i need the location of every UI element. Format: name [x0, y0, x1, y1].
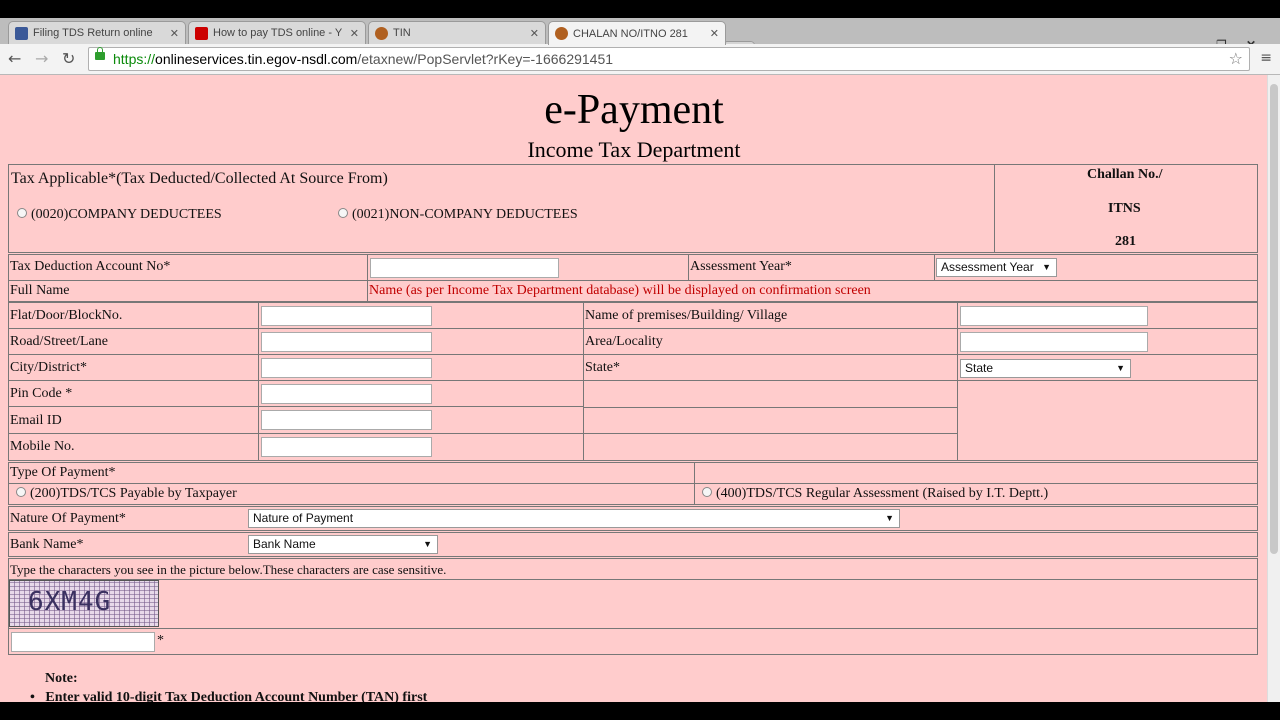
- assessment-year-value: Assessment Year: [941, 260, 1034, 274]
- note-heading: Note:: [45, 671, 78, 686]
- tan-input[interactable]: [370, 258, 559, 278]
- close-icon[interactable]: ✕: [530, 27, 539, 40]
- captcha-input[interactable]: [11, 632, 155, 652]
- radio-400[interactable]: [702, 487, 712, 497]
- tab-title: CHALAN NO/ITNO 281: [573, 27, 688, 40]
- bank-row: [8, 532, 1258, 557]
- back-arrow-icon[interactable]: ←: [8, 49, 21, 68]
- challan-label: Challan No./: [1087, 167, 1163, 182]
- bank-value: Bank Name: [253, 537, 316, 551]
- option-0021-label: (0021)NON-COMPANY DEDUCTEES: [352, 207, 578, 222]
- state-select[interactable]: State ▼: [960, 359, 1131, 378]
- tin-logo-icon: [555, 27, 568, 40]
- email-input[interactable]: [261, 410, 432, 430]
- premises-label: Name of premises/Building/ Village: [585, 308, 788, 323]
- empty-cell: [694, 462, 1258, 484]
- menu-icon[interactable]: ≡: [1260, 50, 1272, 66]
- dropdown-arrow-icon: ▼: [885, 513, 894, 523]
- option-0020-label: (0020)COMPANY DEDUCTEES: [31, 207, 222, 222]
- flat-input[interactable]: [261, 306, 432, 326]
- radio-0021[interactable]: [338, 208, 348, 218]
- email-label: Email ID: [10, 413, 62, 428]
- state-value: State: [965, 361, 994, 375]
- mobile-input[interactable]: [261, 437, 432, 457]
- screen-top-bar: [0, 0, 1280, 18]
- payment-200-label: (200)TDS/TCS Payable by Taxpayer: [30, 486, 237, 501]
- tab-challan[interactable]: CHALAN NO/ITNO 281 ✕: [548, 21, 726, 45]
- itns-number: 281: [1115, 234, 1136, 249]
- captcha-input-row: [8, 628, 1258, 655]
- tab-youtube[interactable]: How to pay TDS online - Y ✕: [188, 21, 366, 44]
- assessment-year-label: Assessment Year*: [690, 259, 792, 274]
- empty-cell: [957, 380, 1258, 461]
- state-label-cell: [583, 354, 958, 381]
- flat-label: Flat/Door/BlockNo.: [10, 308, 123, 323]
- area-input[interactable]: [960, 332, 1148, 352]
- nature-value: Nature of Payment: [253, 511, 354, 525]
- url-scheme: https://: [113, 51, 156, 67]
- url-host: onlineservices.tin.egov-nsdl.com: [155, 51, 358, 67]
- captcha-image-row: [8, 579, 1258, 629]
- reload-icon[interactable]: ↻: [62, 49, 75, 68]
- nature-select[interactable]: Nature of Payment ▼: [248, 509, 900, 528]
- radio-200[interactable]: [16, 487, 26, 497]
- tab-title: TIN: [393, 27, 411, 39]
- state-label: State*: [585, 360, 620, 375]
- dropdown-arrow-icon: ▼: [423, 539, 432, 549]
- facebook-icon: [15, 26, 28, 40]
- tab-filing-tds[interactable]: Filing TDS Return online ✕: [8, 21, 186, 44]
- lock-icon: [95, 47, 105, 60]
- screen-bottom-bar: [0, 702, 1280, 720]
- address-bar[interactable]: https://onlineservices.tin.egov-nsdl.com…: [88, 47, 1250, 71]
- tab-strip: Filing TDS Return online ✕ How to pay TD…: [0, 18, 1280, 59]
- pin-input[interactable]: [261, 384, 432, 404]
- bookmark-star-icon[interactable]: ☆: [1229, 48, 1243, 70]
- dropdown-arrow-icon: ▼: [1042, 262, 1051, 272]
- tab-title: Filing TDS Return online: [33, 27, 153, 39]
- full-name-label: Full Name: [10, 283, 70, 298]
- captcha-instruction: Type the characters you see in the pictu…: [10, 562, 447, 577]
- close-icon[interactable]: ✕: [710, 27, 719, 40]
- nature-label: Nature Of Payment*: [10, 511, 126, 526]
- bank-label: Bank Name*: [10, 537, 84, 552]
- city-input[interactable]: [261, 358, 432, 378]
- tab-tin[interactable]: TIN ✕: [368, 21, 546, 44]
- radio-0020[interactable]: [17, 208, 27, 218]
- payment-type-label: Type Of Payment*: [10, 465, 116, 480]
- area-label: Area/Locality: [585, 334, 663, 349]
- road-label: Road/Street/Lane: [10, 334, 108, 349]
- youtube-icon: [195, 26, 208, 40]
- road-input[interactable]: [261, 332, 432, 352]
- premises-input[interactable]: [960, 306, 1148, 326]
- full-name-note: Name (as per Income Tax Department datab…: [369, 283, 871, 298]
- scrollbar-thumb[interactable]: [1270, 84, 1278, 554]
- assessment-year-select[interactable]: Assessment Year ▼: [936, 258, 1057, 277]
- pin-label: Pin Code *: [10, 386, 73, 401]
- close-icon[interactable]: ✕: [350, 27, 359, 40]
- captcha-text: 6XM4G: [28, 587, 112, 617]
- mobile-label: Mobile No.: [10, 439, 75, 454]
- bank-select[interactable]: Bank Name ▼: [248, 535, 438, 554]
- forward-arrow-icon[interactable]: →: [35, 49, 48, 68]
- captcha-image: 6XM4G: [9, 580, 159, 627]
- tax-applicable-label: Tax Applicable*(Tax Deducted/Collected A…: [11, 170, 388, 187]
- tab-title: How to pay TDS online - Y: [213, 27, 343, 39]
- page-subtitle: Income Tax Department: [527, 137, 741, 162]
- tin-logo-icon: [375, 26, 388, 40]
- close-icon[interactable]: ✕: [170, 27, 179, 40]
- browser-toolbar: ← → ↻ https://onlineservices.tin.egov-ns…: [0, 44, 1280, 75]
- payment-400-label: (400)TDS/TCS Regular Assessment (Raised …: [716, 486, 1049, 501]
- url-text: https://onlineservices.tin.egov-nsdl.com…: [113, 48, 613, 70]
- city-label: City/District*: [10, 360, 87, 375]
- empty-cell: [583, 380, 958, 408]
- url-path: /etaxnew/PopServlet?rKey=-1666291451: [357, 51, 614, 67]
- itns-label: ITNS: [1108, 201, 1141, 216]
- tan-label: Tax Deduction Account No*: [10, 259, 171, 274]
- dropdown-arrow-icon: ▼: [1116, 363, 1125, 373]
- page-title: e-Payment: [544, 87, 724, 133]
- empty-cell: [583, 433, 958, 461]
- captcha-required-marker: *: [157, 633, 164, 648]
